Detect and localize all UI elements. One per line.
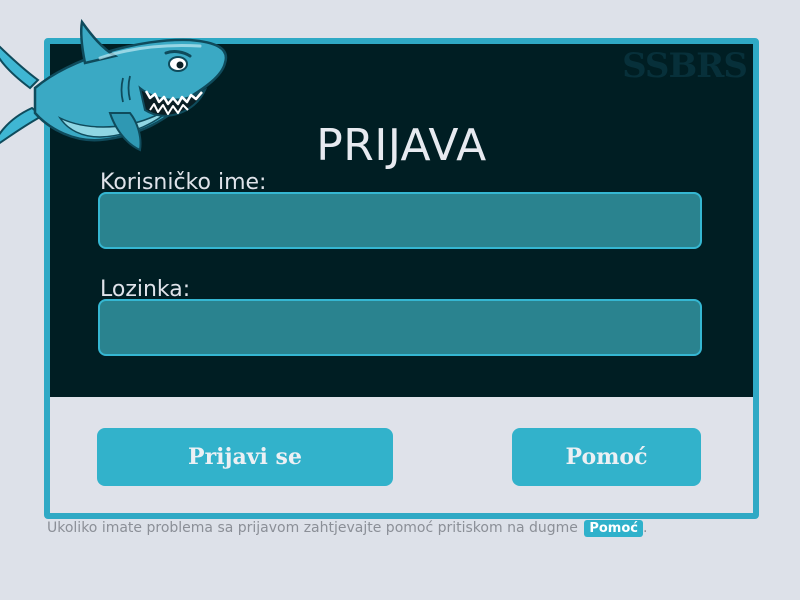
brand-logo: SSBRS bbox=[622, 46, 748, 86]
help-note-badge: Pomoć bbox=[584, 520, 643, 537]
help-note-text: Ukoliko imate problema sa prijavom zahtj… bbox=[47, 520, 578, 536]
shark-icon bbox=[0, 18, 228, 152]
help-note-end: . bbox=[642, 520, 648, 536]
username-input[interactable] bbox=[98, 192, 702, 249]
help-note: Ukoliko imate problema sa prijavom zahtj… bbox=[47, 520, 647, 537]
help-button[interactable]: Pomoć bbox=[512, 428, 701, 486]
login-button[interactable]: Prijavi se bbox=[97, 428, 393, 486]
password-input[interactable] bbox=[98, 299, 702, 356]
